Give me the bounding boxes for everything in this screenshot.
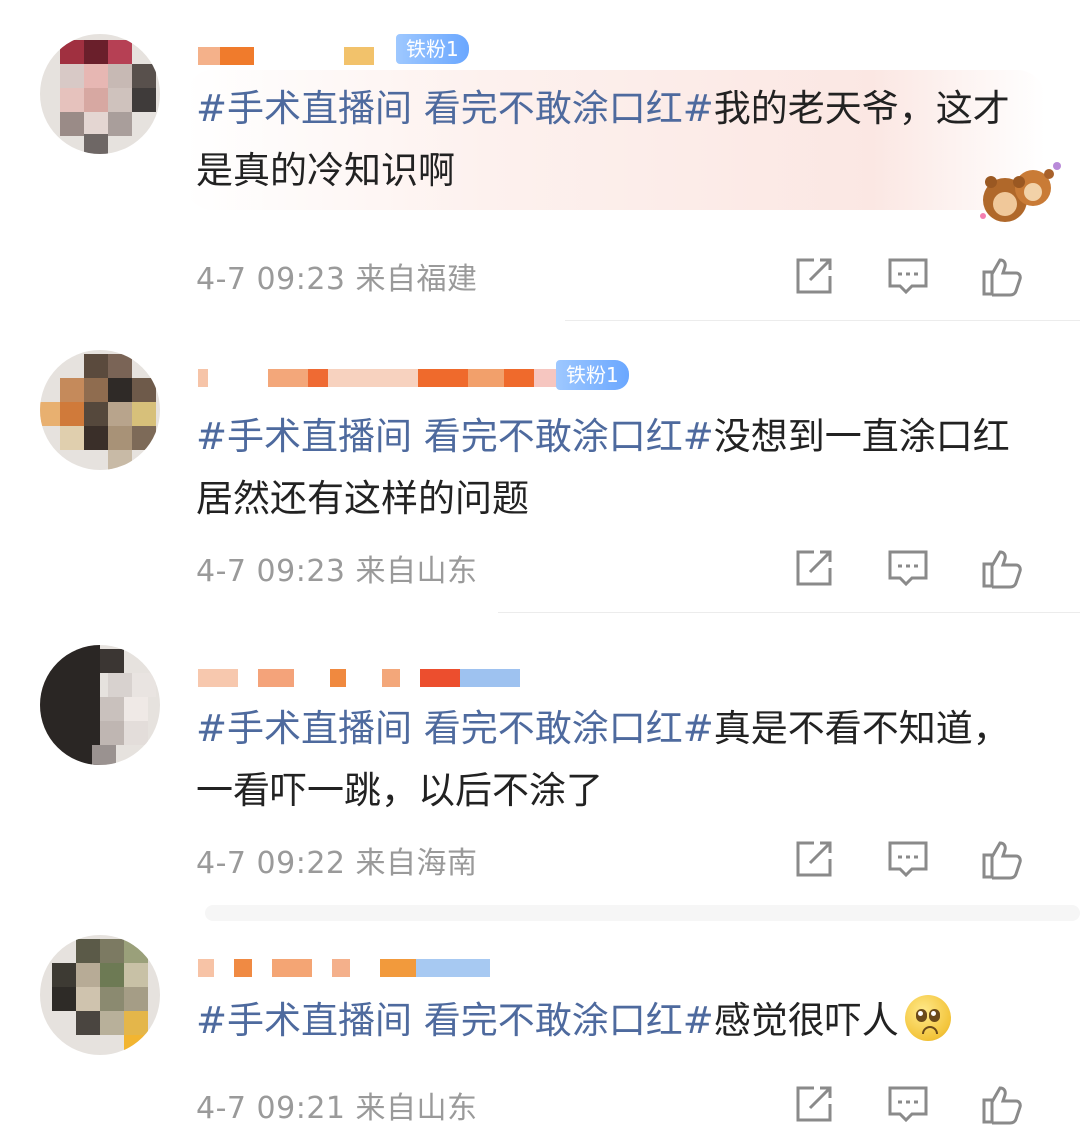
comment-actions <box>790 252 1040 300</box>
hashtag-link[interactable]: #手术直播间 看完不敢涂口红# <box>196 707 714 750</box>
fan-badge: 铁粉1 <box>556 360 629 390</box>
thumbs-up-icon[interactable] <box>978 1080 1026 1128</box>
divider <box>498 612 1080 613</box>
comment-icon[interactable] <box>884 544 932 592</box>
username-obscured[interactable] <box>198 38 374 74</box>
hashtag-link[interactable]: #手术直播间 看完不敢涂口红# <box>196 999 714 1042</box>
comment-actions <box>790 835 1040 883</box>
comment-time: 4-7 09:23 <box>196 262 346 297</box>
comment-location: 来自福建 <box>355 262 478 297</box>
comment-meta: 4-7 09:23 来自福建 <box>196 254 478 298</box>
fan-badge: 铁粉1 <box>396 34 469 64</box>
comment-text: #手术直播间 看完不敢涂口红#没想到一直涂口红居然还有这样的问题 <box>196 406 1036 530</box>
comment-meta: 4-7 09:22 来自海南 <box>196 838 478 882</box>
share-icon[interactable] <box>790 1080 838 1128</box>
comment-time: 4-7 09:22 <box>196 846 346 881</box>
share-icon[interactable] <box>790 252 838 300</box>
worried-face-emoji <box>904 995 951 1041</box>
avatar[interactable] <box>40 645 160 765</box>
comment-icon[interactable] <box>884 835 932 883</box>
share-icon[interactable] <box>790 544 838 592</box>
comment-text: #手术直播间 看完不敢涂口红#我的老天爷，这才是真的冷知识啊 <box>196 78 1036 202</box>
divider <box>205 905 1080 921</box>
comment-text: #手术直播间 看完不敢涂口红#真是不看不知道，一看吓一跳，以后不涂了 <box>196 698 1036 822</box>
hashtag-link[interactable]: #手术直播间 看完不敢涂口红# <box>196 87 714 130</box>
comment-actions <box>790 544 1040 592</box>
comment-time: 4-7 09:23 <box>196 554 346 589</box>
thumbs-up-icon[interactable] <box>978 252 1026 300</box>
comment-icon[interactable] <box>884 252 932 300</box>
comment-location: 来自海南 <box>355 846 478 881</box>
avatar[interactable] <box>40 935 160 1055</box>
share-icon[interactable] <box>790 835 838 883</box>
thumbs-up-icon[interactable] <box>978 835 1026 883</box>
comment-time: 4-7 09:21 <box>196 1091 346 1126</box>
divider <box>565 320 1080 321</box>
username-obscured[interactable] <box>198 360 564 396</box>
comment-meta: 4-7 09:23 来自山东 <box>196 546 478 590</box>
comment-body: 感觉很吓人 <box>713 999 899 1042</box>
comment-meta: 4-7 09:21 来自山东 <box>196 1083 478 1127</box>
username-obscured[interactable] <box>198 660 520 696</box>
username-obscured[interactable] <box>198 950 490 986</box>
avatar[interactable] <box>40 34 160 154</box>
comment-location: 来自山东 <box>355 1091 478 1126</box>
avatar[interactable] <box>40 350 160 470</box>
thumbs-up-icon[interactable] <box>978 544 1026 592</box>
hashtag-link[interactable]: #手术直播间 看完不敢涂口红# <box>196 415 714 458</box>
comment-location: 来自山东 <box>355 554 478 589</box>
comment-icon[interactable] <box>884 1080 932 1128</box>
comment-actions <box>790 1080 1040 1128</box>
comment-text: #手术直播间 看完不敢涂口红#感觉很吓人 <box>196 990 1036 1052</box>
